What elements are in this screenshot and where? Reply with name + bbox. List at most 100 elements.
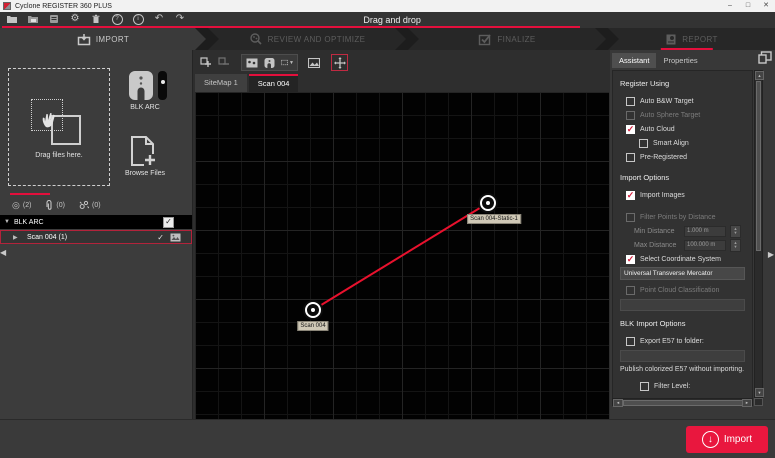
control-points-icon	[79, 200, 89, 210]
remove-bundle-icon[interactable]	[217, 56, 230, 69]
maximize-button[interactable]: □	[739, 0, 757, 12]
minimize-button[interactable]: –	[721, 0, 739, 12]
classification-dropdown[interactable]	[620, 299, 745, 311]
workflow-step-review[interactable]: REVIEW AND OPTIMIZE	[208, 28, 406, 50]
scan-canvas[interactable]: Scan 004 Scan 004-Static-1	[195, 92, 609, 420]
option-pre-registered[interactable]: Pre-Registered	[620, 150, 745, 164]
help-icon[interactable]: ?	[111, 13, 123, 25]
option-point-cloud-classification[interactable]: Point Cloud Classification	[620, 283, 745, 297]
option-auto-bw-target[interactable]: Auto B&W Target	[620, 94, 745, 108]
settings-gear-icon[interactable]: ⚙	[69, 13, 81, 25]
checkbox[interactable]	[626, 191, 635, 200]
image-view-icon[interactable]	[245, 56, 258, 69]
checkbox[interactable]	[626, 125, 635, 134]
delete-icon[interactable]	[90, 13, 102, 25]
tab-scans[interactable]: ◎ (2)	[8, 199, 35, 212]
checkbox[interactable]	[640, 382, 649, 391]
checkbox[interactable]	[639, 139, 648, 148]
tab-attachments[interactable]: (0)	[41, 198, 69, 213]
archive-icon[interactable]	[48, 13, 60, 25]
option-label: Import Images	[640, 192, 685, 199]
tree-row-blk-arc[interactable]: ▼ BLK ARC ✓	[0, 215, 192, 229]
option-filter-points[interactable]: Filter Points by Distance	[620, 210, 745, 224]
add-bundle-icon[interactable]	[199, 56, 212, 69]
open-project-icon[interactable]	[6, 13, 18, 25]
import-source-panel: Drag files here. BLK ARC Browse Files ◎ …	[0, 50, 193, 420]
expand-right-panel-arrow[interactable]: ▶	[768, 250, 774, 259]
min-distance-stepper[interactable]: ▲▼	[730, 225, 741, 238]
option-label: Filter Points by Distance	[640, 214, 715, 221]
scroll-left-button[interactable]: ◄	[613, 399, 623, 407]
tab-properties[interactable]: Properties	[656, 53, 704, 68]
min-distance-label: Min Distance	[634, 228, 680, 235]
checkbox[interactable]	[626, 286, 635, 295]
checkbox[interactable]	[626, 337, 635, 346]
scrollbar-corner	[754, 398, 763, 406]
dropdown-caret-icon[interactable]: ▼	[289, 60, 294, 66]
scan-link-line	[313, 203, 488, 310]
option-auto-cloud[interactable]: Auto Cloud	[620, 122, 745, 136]
drop-zone[interactable]: Drag files here.	[8, 68, 110, 186]
tree-row-scan-004[interactable]: ▶ Scan 004 (1) ✓	[0, 230, 192, 244]
tab-sitemap-1[interactable]: SiteMap 1	[195, 74, 247, 92]
move-scan-tool[interactable]	[331, 54, 348, 71]
vertical-scroll-thumb[interactable]	[756, 81, 761, 251]
option-select-coordinate-system[interactable]: Select Coordinate System	[620, 252, 745, 266]
sitemap-image-icon[interactable]	[307, 56, 320, 69]
undo-icon[interactable]: ↶	[153, 13, 165, 25]
scroll-down-button[interactable]: ▼	[755, 388, 764, 397]
tab-assistant[interactable]: Assistant	[612, 53, 656, 68]
blk-arc-slider[interactable]	[158, 71, 167, 100]
viewer-tabbar: SiteMap 1 Scan 004	[195, 74, 300, 92]
workflow-step-finalize[interactable]: FINALIZE	[408, 28, 606, 50]
download-circle-icon: ↓	[702, 431, 719, 448]
max-distance-field[interactable]: 100.000 m	[684, 240, 726, 251]
image-thumbnail-icon[interactable]	[170, 233, 181, 242]
settings-panel: Assistant Properties Register Using Auto…	[610, 50, 775, 420]
workflow-step-report[interactable]: REPORT	[608, 28, 775, 50]
collapse-arrow-icon[interactable]: ▼	[4, 219, 14, 225]
option-filter-level[interactable]: Filter Level:	[620, 379, 745, 393]
scroll-up-button[interactable]: ▲	[755, 71, 764, 80]
scan-point[interactable]	[480, 195, 496, 211]
max-distance-stepper[interactable]: ▲▼	[730, 239, 741, 252]
option-import-images[interactable]: Import Images	[620, 188, 745, 202]
rectangle-select-icon[interactable]: ▼	[281, 56, 294, 69]
scan-point[interactable]	[305, 302, 321, 318]
tree-row-checkbox[interactable]: ✓	[163, 217, 174, 228]
save-project-icon[interactable]	[27, 13, 39, 25]
option-smart-align[interactable]: Smart Align	[620, 136, 745, 150]
horizontal-scroll-thumb[interactable]	[623, 400, 743, 406]
vertical-scrollbar[interactable]: ▲ ▼	[754, 70, 763, 398]
checkbox[interactable]	[626, 97, 635, 106]
expand-arrow-icon[interactable]: ▶	[5, 234, 27, 241]
checkbox[interactable]	[626, 213, 635, 222]
export-folder-field[interactable]	[620, 350, 745, 362]
option-auto-sphere-target[interactable]: Auto Sphere Target	[620, 108, 745, 122]
import-button[interactable]: ↓ Import	[686, 426, 768, 453]
tab-scan-004[interactable]: Scan 004	[249, 74, 299, 92]
scroll-right-button[interactable]: ►	[742, 399, 752, 407]
checkbox[interactable]	[626, 255, 635, 264]
blk-arc-device-icon[interactable]	[128, 70, 154, 101]
tree-row-check-icon[interactable]: ✓	[157, 233, 164, 242]
option-export-e57[interactable]: Export E57 to folder:	[620, 334, 745, 348]
workflow-step-label: REVIEW AND OPTIMIZE	[268, 35, 366, 44]
coordinate-system-dropdown[interactable]: Universal Transverse Mercator	[620, 267, 745, 280]
workflow-step-import[interactable]: IMPORT	[0, 28, 206, 50]
tab-controls[interactable]: (0)	[75, 198, 105, 212]
drag-hand-icon	[40, 106, 62, 130]
section-import-options: Import Options	[620, 173, 745, 182]
close-button[interactable]: ✕	[757, 0, 775, 12]
checkbox[interactable]	[626, 111, 635, 120]
browse-files-icon[interactable]	[130, 136, 157, 169]
scan-point-label: Scan 004	[297, 321, 328, 331]
redo-icon[interactable]: ↷	[174, 13, 186, 25]
horizontal-scrollbar[interactable]: ◄ ►	[612, 398, 753, 406]
info-icon[interactable]: i	[132, 13, 144, 25]
collapse-left-panel-arrow[interactable]: ◀	[0, 248, 6, 257]
checkbox[interactable]	[626, 153, 635, 162]
undock-panel-icon[interactable]	[758, 51, 772, 64]
min-distance-field[interactable]: 1.000 m	[684, 226, 726, 237]
bundle-cloud-icon[interactable]	[263, 56, 276, 69]
